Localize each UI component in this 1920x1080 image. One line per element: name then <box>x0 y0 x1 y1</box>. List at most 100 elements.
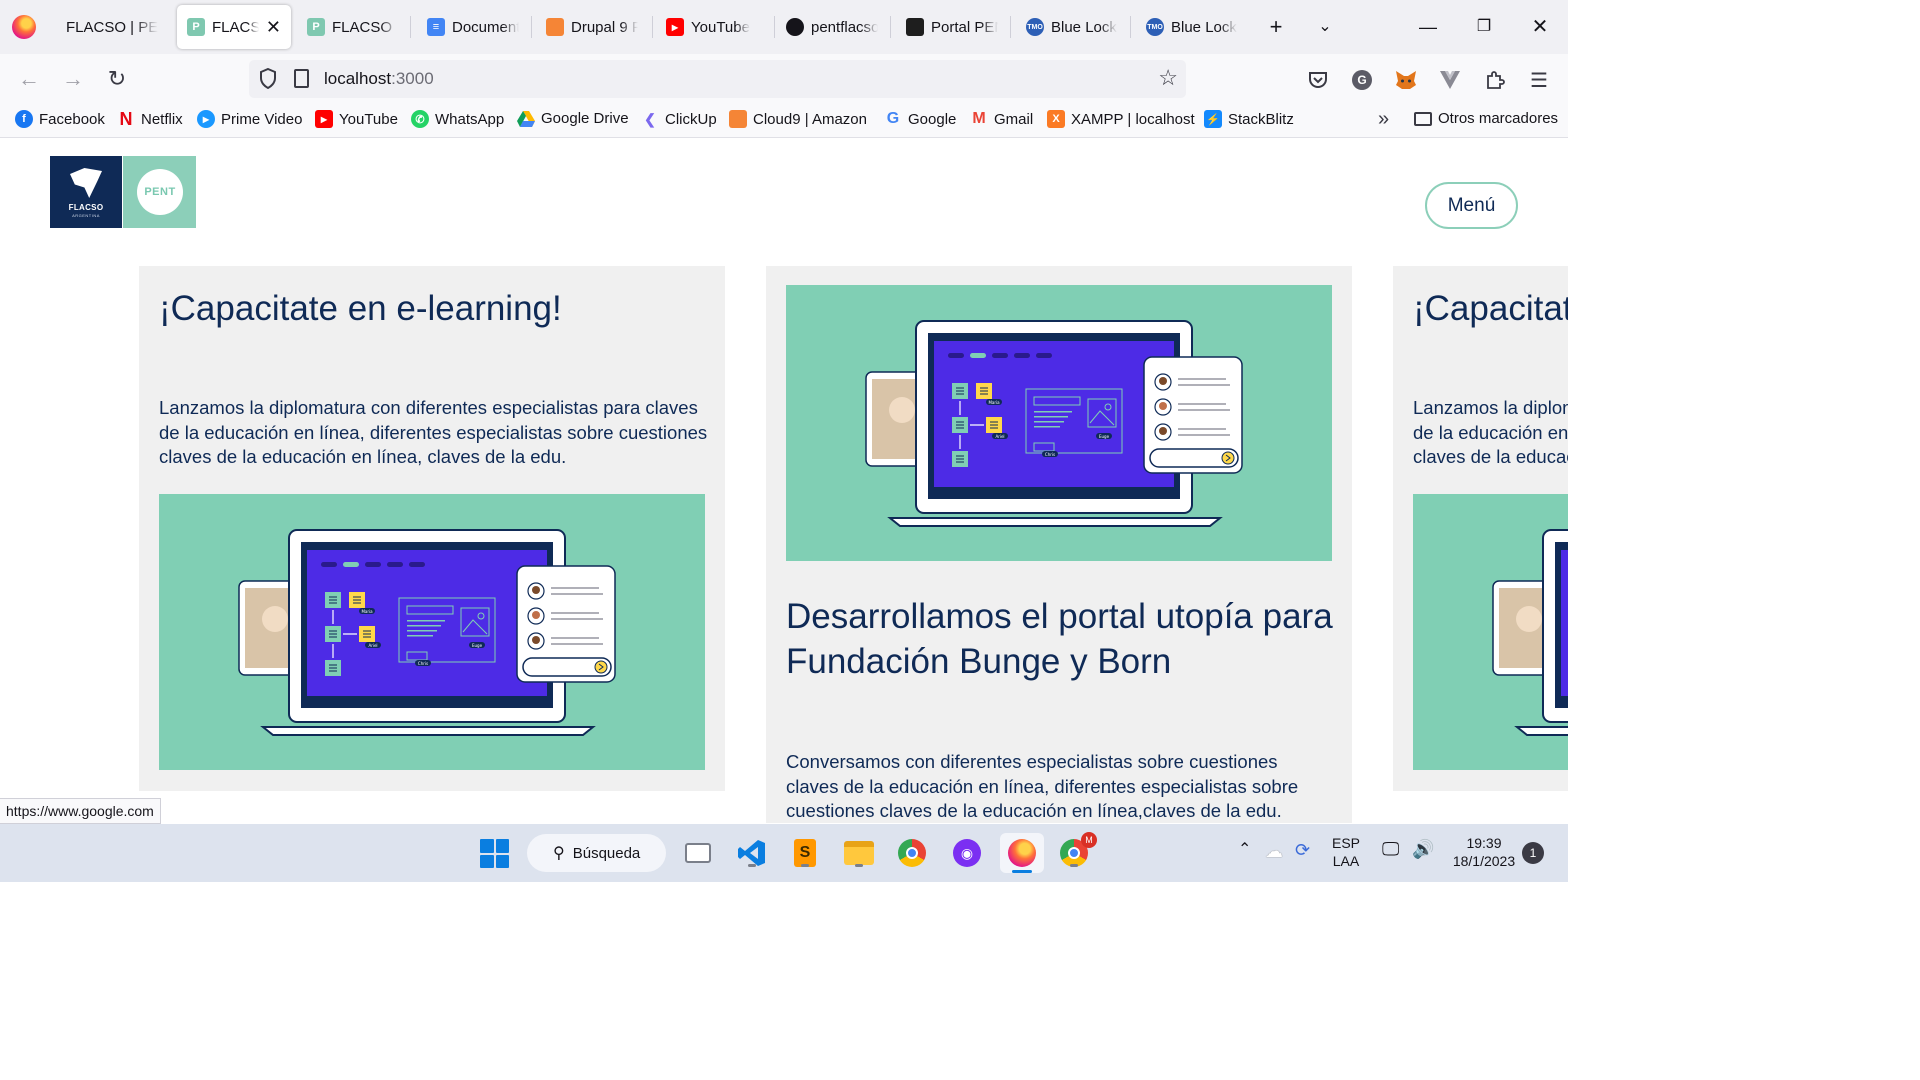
metamask-fox-icon[interactable] <box>1394 68 1418 92</box>
pent-logo-text: PENT <box>137 169 183 215</box>
hamburger-menu-icon[interactable]: ☰ <box>1527 68 1551 92</box>
user-line <box>551 618 603 620</box>
bookmark-label: Cloud9 | Amazon <box>753 110 867 128</box>
user-line <box>551 612 599 614</box>
discord-mask-app-icon[interactable]: ◉ <box>950 836 984 870</box>
clock[interactable]: 19:39 18/1/2023 <box>1452 834 1516 870</box>
notification-badge[interactable]: 1 <box>1522 842 1544 864</box>
bookmark-google-drive[interactable]: Google Drive <box>517 110 629 127</box>
person-face <box>262 606 288 632</box>
forward-arrow-icon[interactable]: → <box>58 65 88 93</box>
laptop-illustration: Maria Ariel Chris Euge <box>865 320 1243 527</box>
grammarly-icon[interactable]: G <box>1350 68 1374 92</box>
tab-5[interactable]: Drupal 9 Proyecto <box>536 5 648 49</box>
card-illustration: Maria Ariel Chris Euge <box>1413 494 1568 770</box>
news-card-3[interactable]: ¡Capacitate en e-learning! Lanzamos la d… <box>1393 266 1568 791</box>
volume-icon[interactable]: 🔊 <box>1412 840 1434 858</box>
firefox-taskbar-icon[interactable] <box>1000 833 1044 873</box>
vscode-icon[interactable] <box>735 836 769 870</box>
file-explorer-icon[interactable] <box>842 836 876 870</box>
news-card-2[interactable]: Maria Ariel Chris Euge Desarrollamos el por… <box>766 266 1352 823</box>
windows-start-icon[interactable] <box>480 839 509 868</box>
user-line <box>1178 378 1226 380</box>
tab-4[interactable]: ≡ Documento <box>417 5 529 49</box>
chrome-profile-icon[interactable]: M <box>1057 832 1097 870</box>
figma-favicon-icon <box>906 18 924 36</box>
pent-logo[interactable]: PENT <box>123 156 196 228</box>
pocket-icon[interactable] <box>1306 68 1330 92</box>
bookmark-label: Google <box>908 110 957 128</box>
send-button <box>1221 451 1235 465</box>
user-line <box>1178 384 1230 386</box>
bookmark-cloud9[interactable]: Cloud9 | Amazon <box>729 110 867 128</box>
tab-6[interactable]: ▶ YouTube <box>656 5 774 49</box>
card-title: Desarrollamos el portal utopía para Fund… <box>786 597 1333 681</box>
tmo-favicon-icon: TMO <box>1146 18 1164 36</box>
card-illustration: Maria Ariel Chris Euge <box>786 285 1332 561</box>
bookmark-clickup[interactable]: ❮ ClickUp <box>641 110 717 128</box>
back-arrow-icon[interactable]: ← <box>14 65 44 93</box>
show-hidden-icons-chevron[interactable]: ⌃ <box>1238 841 1251 859</box>
url-text[interactable]: localhost:3000 <box>324 69 434 89</box>
tab-1[interactable]: FLACSO | PENT <box>56 5 168 49</box>
user-line <box>551 637 599 639</box>
language-indicator[interactable]: ESP LAA <box>1332 834 1360 870</box>
bookmark-gmail[interactable]: M Gmail <box>970 110 1033 128</box>
bookmark-xampp[interactable]: X XAMPP | localhost <box>1047 110 1195 128</box>
network-icon[interactable]: 🖵 <box>1382 840 1399 858</box>
tab-8[interactable]: Portal PENT <box>896 5 1008 49</box>
flacso-logo[interactable]: FLACSO ARGENTINA <box>50 156 122 228</box>
tab-2[interactable]: P FLACSO ✕ <box>177 5 291 49</box>
tab-10[interactable]: TMO Blue Lock <box>1136 5 1248 49</box>
list-tabs-chevron-icon[interactable]: ⌄ <box>1310 12 1340 42</box>
bookmark-whatsapp[interactable]: ✆ WhatsApp <box>411 110 504 128</box>
chrome-icon[interactable] <box>895 836 929 870</box>
menu-button[interactable]: Menú <box>1425 182 1518 229</box>
restore-icon[interactable]: ❐ <box>1469 12 1499 42</box>
vue-devtools-icon[interactable] <box>1438 68 1462 92</box>
xampp-icon: X <box>1047 110 1065 128</box>
bookmark-netflix[interactable]: N Netflix <box>117 109 183 129</box>
bookmark-label: Facebook <box>39 110 105 128</box>
language-code: ESP <box>1332 835 1361 851</box>
bookmark-prime-video[interactable]: ▶ Prime Video <box>197 110 302 128</box>
shield-icon[interactable] <box>259 68 277 89</box>
onedrive-cloud-icon[interactable]: ☁ <box>1265 842 1283 860</box>
close-window-icon[interactable]: ✕ <box>1525 12 1555 42</box>
person-face <box>1516 606 1542 632</box>
bookmark-google[interactable]: G Google <box>884 110 957 128</box>
prime-video-icon: ▶ <box>197 110 215 128</box>
extensions-puzzle-icon[interactable] <box>1483 68 1507 92</box>
name-tag-label: Ariel <box>995 434 1004 439</box>
page-info-icon[interactable] <box>294 69 309 88</box>
name-tag-label: Chris <box>418 661 428 666</box>
bookmark-star-icon[interactable]: ☆ <box>1158 65 1178 91</box>
tab-9[interactable]: TMO Blue Lock <box>1016 5 1128 49</box>
bookmark-stackblitz[interactable]: ⚡ StackBlitz <box>1204 110 1294 128</box>
news-card-1[interactable]: ¡Capacitate en e-learning! Lanzamos la d… <box>139 266 725 791</box>
user-avatar-head <box>532 636 540 644</box>
user-line <box>551 593 603 595</box>
url-bar[interactable]: localhost:3000 ☆ <box>249 60 1186 98</box>
tab-3[interactable]: P FLACSO | PENT <box>297 5 407 49</box>
bookmark-facebook[interactable]: f Facebook <box>15 110 105 128</box>
tab-title: FLACSO | PENT <box>66 18 158 36</box>
minimize-icon[interactable]: — <box>1413 12 1443 42</box>
other-bookmarks-folder[interactable]: Otros marcadores <box>1414 110 1558 127</box>
taskbar-search[interactable]: ⚲ Búsqueda <box>527 834 666 872</box>
card-title: ¡Capacitate en e-learning! <box>1413 289 1568 328</box>
reload-icon[interactable]: ↻ <box>102 65 132 93</box>
tab-7[interactable]: pentflacso <box>776 5 888 49</box>
laptop-base <box>1514 726 1568 736</box>
wireframe-line <box>407 625 441 627</box>
bookmarks-overflow-icon[interactable]: » <box>1378 108 1389 131</box>
sublime-text-icon[interactable]: S <box>788 836 822 870</box>
new-tab-icon[interactable]: + <box>1261 12 1291 42</box>
bookmark-youtube[interactable]: ▶ YouTube <box>315 110 398 128</box>
close-tab-icon[interactable]: ✕ <box>266 17 281 38</box>
firefox-icon[interactable] <box>12 15 36 39</box>
tab-title: FLACSO | PENT <box>332 18 397 36</box>
task-view-icon[interactable] <box>681 836 715 870</box>
bookmark-label: Google Drive <box>541 110 629 127</box>
sync-icon[interactable]: ⟳ <box>1295 841 1310 859</box>
